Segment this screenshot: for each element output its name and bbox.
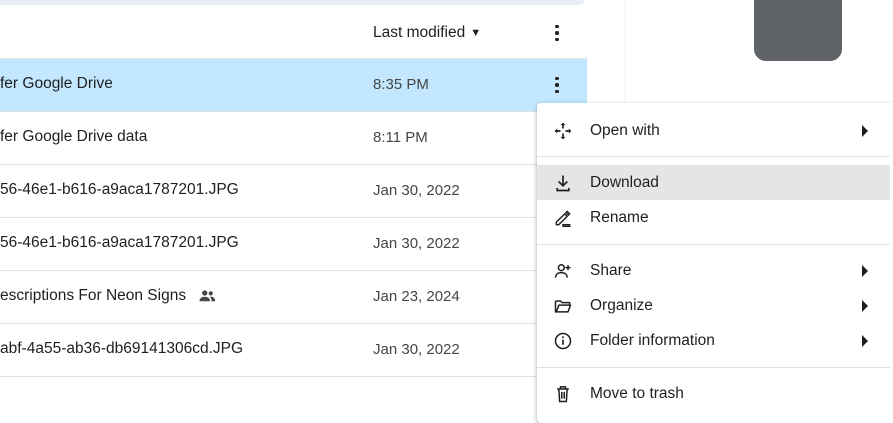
trash-icon: [557, 386, 569, 403]
file-name: escriptions For Neon Signs: [0, 287, 187, 304]
file-name: abf-4a55-ab36-db69141306cd.JPG: [0, 340, 244, 357]
menu-divider: [537, 156, 890, 157]
file-row[interactable]: 56-46e1-b616-a9aca1787201.JPG Jan 30, 20…: [0, 218, 587, 271]
more-options-icon[interactable]: [548, 22, 566, 44]
preview-thumbnail: [754, 0, 842, 61]
submenu-arrow-icon: [862, 265, 868, 277]
list-header: Last modified ▼: [0, 8, 587, 59]
file-date: Jan 30, 2022: [373, 235, 460, 252]
caret-down-icon: ▼: [470, 27, 482, 39]
menu-item-label: Open with: [590, 122, 660, 139]
menu-item-folder-information[interactable]: Folder information: [537, 323, 890, 358]
file-row[interactable]: escriptions For Neon Signs Jan 23, 2024: [0, 271, 587, 324]
menu-item-label: Folder information: [590, 332, 715, 349]
menu-divider: [537, 367, 890, 368]
submenu-arrow-icon: [862, 335, 868, 347]
file-date: 8:11 PM: [373, 129, 428, 146]
top-band: [0, 0, 585, 5]
file-name: 56-46e1-b616-a9aca1787201.JPG: [0, 234, 239, 251]
file-name: 56-46e1-b616-a9aca1787201.JPG: [0, 181, 239, 198]
file-row[interactable]: fer Google Drive data 8:11 PM: [0, 112, 587, 165]
file-list: Last modified ▼ fer Google Drive 8:35 PM…: [0, 8, 587, 377]
file-row[interactable]: abf-4a55-ab36-db69141306cd.JPG Jan 30, 2…: [0, 324, 587, 377]
sort-label: Last modified: [373, 24, 466, 41]
context-menu: Open with Download Rename Share Organize: [537, 103, 893, 423]
menu-item-organize[interactable]: Organize: [537, 288, 890, 323]
menu-item-open-with[interactable]: Open with: [537, 113, 890, 148]
file-date: Jan 23, 2024: [373, 288, 460, 305]
info-icon: [554, 332, 572, 350]
download-icon: [556, 175, 570, 192]
menu-item-rename[interactable]: Rename: [537, 200, 890, 235]
file-date: 8:35 PM: [373, 76, 429, 93]
shared-people-icon: [199, 290, 216, 302]
menu-item-move-to-trash[interactable]: Move to trash: [537, 376, 890, 411]
row-more-actions-icon[interactable]: [548, 74, 566, 96]
submenu-arrow-icon: [862, 125, 868, 137]
menu-item-label: Move to trash: [590, 385, 684, 402]
file-name: fer Google Drive: [0, 75, 113, 92]
file-row[interactable]: fer Google Drive 8:35 PM: [0, 59, 587, 112]
menu-item-label: Rename: [590, 209, 649, 226]
share-person-add-icon: [554, 264, 571, 278]
file-name: fer Google Drive data: [0, 128, 148, 145]
rename-pencil-icon: [555, 210, 571, 228]
menu-item-label: Download: [590, 174, 659, 191]
sort-last-modified-button[interactable]: Last modified ▼: [373, 24, 481, 42]
file-row[interactable]: 56-46e1-b616-a9aca1787201.JPG Jan 30, 20…: [0, 165, 587, 218]
submenu-arrow-icon: [862, 300, 868, 312]
folder-open-icon: [554, 300, 572, 313]
menu-item-share[interactable]: Share: [537, 253, 890, 288]
menu-item-download[interactable]: Download: [537, 165, 890, 200]
file-date: Jan 30, 2022: [373, 341, 460, 358]
file-date: Jan 30, 2022: [373, 182, 460, 199]
menu-item-label: Organize: [590, 297, 653, 314]
menu-item-label: Share: [590, 262, 632, 279]
menu-divider: [537, 244, 890, 245]
move-arrows-icon: [554, 122, 572, 140]
